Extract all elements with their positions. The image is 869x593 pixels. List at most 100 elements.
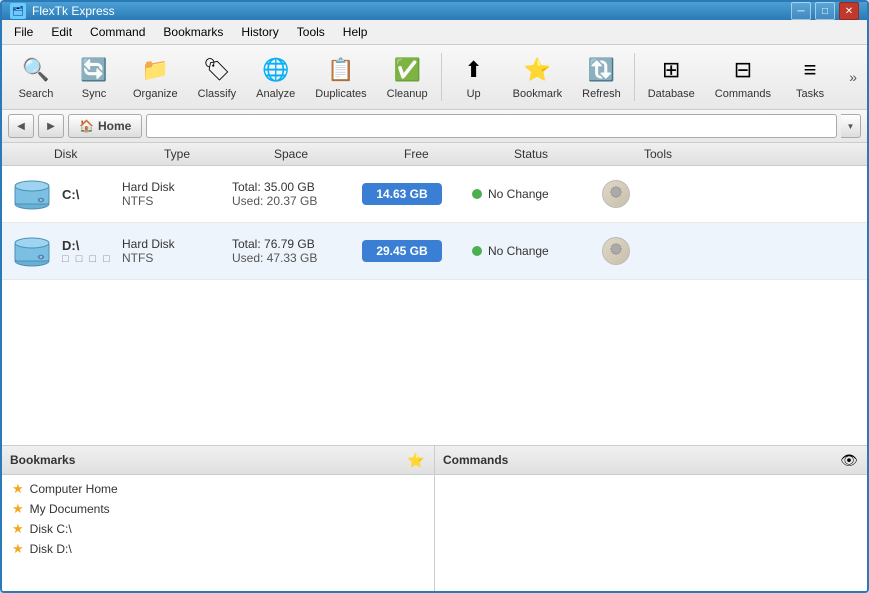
disk-d-name-col: D:\ □ □ □ □	[62, 238, 122, 265]
commands-list	[435, 475, 867, 593]
disk-c-type: Hard Disk	[122, 180, 232, 194]
bookmark-star-icon-2: ★	[12, 501, 24, 517]
refresh-label: Refresh	[582, 88, 621, 100]
duplicates-button[interactable]: 📋 Duplicates	[306, 49, 375, 105]
up-label: Up	[467, 88, 481, 100]
menu-history[interactable]: History	[233, 22, 286, 42]
main-content-area: Disk Type Space Free Status Tools	[2, 143, 867, 593]
list-item[interactable]: ★ Disk D:\	[8, 539, 428, 559]
commands-panel: Commands 👁	[435, 446, 867, 593]
analyze-label: Analyze	[256, 88, 295, 100]
col-header-free: Free	[404, 147, 514, 161]
disk-d-tools	[602, 237, 682, 265]
tasks-button[interactable]: ≡ Tasks	[782, 49, 838, 105]
disk-d-status-text: No Change	[488, 244, 549, 258]
maximize-button[interactable]: □	[815, 2, 835, 20]
cleanup-icon: ✅	[391, 54, 423, 86]
list-item[interactable]: ★ Computer Home	[8, 479, 428, 499]
col-header-disk: Disk	[54, 147, 164, 161]
disk-d-type: Hard Disk	[122, 237, 232, 251]
forward-button[interactable]: ▶	[38, 114, 64, 138]
menu-bar: File Edit Command Bookmarks History Tool…	[2, 20, 867, 45]
menu-file[interactable]: File	[6, 22, 41, 42]
nav-dropdown-button[interactable]: ▼	[841, 114, 861, 138]
cleanup-label: Cleanup	[387, 88, 428, 100]
disk-d-gear-button[interactable]	[602, 237, 630, 265]
sync-button[interactable]: 🔄 Sync	[66, 49, 122, 105]
home-button[interactable]: 🏠 Home	[68, 114, 142, 138]
bookmark-label-2: My Documents	[30, 502, 110, 516]
sync-icon: 🔄	[78, 54, 110, 86]
menu-bookmarks[interactable]: Bookmarks	[155, 22, 231, 42]
minimize-button[interactable]: ─	[791, 2, 811, 20]
cleanup-button[interactable]: ✅ Cleanup	[378, 49, 437, 105]
commands-panel-header: Commands 👁	[435, 446, 867, 475]
bookmark-star-icon-4: ★	[12, 541, 24, 557]
disk-d-label-dots: □ □ □ □	[62, 253, 122, 265]
list-item[interactable]: ★ Disk C:\	[8, 519, 428, 539]
tasks-label: Tasks	[796, 88, 824, 100]
window-title: FlexTk Express	[32, 4, 115, 18]
nav-bar: ◀ ▶ 🏠 Home ▼	[2, 110, 867, 143]
bookmark-button[interactable]: ⭐ Bookmark	[504, 49, 572, 105]
col-header-space: Space	[274, 147, 404, 161]
disk-d-status: No Change	[472, 244, 602, 258]
bottom-panels: Bookmarks ⭐ ★ Computer Home ★ My Documen…	[2, 446, 867, 593]
disk-c-tools	[602, 180, 682, 208]
search-button[interactable]: 🔍 Search	[8, 49, 64, 105]
back-button[interactable]: ◀	[8, 114, 34, 138]
sync-label: Sync	[82, 88, 106, 100]
disk-c-space: Total: 35.00 GB Used: 20.37 GB	[232, 180, 362, 208]
bookmark-star-icon-1: ★	[12, 481, 24, 497]
toolbar-more-button[interactable]: »	[845, 65, 861, 89]
table-row[interactable]: C:\ Hard Disk NTFS Total: 35.00 GB Used:…	[2, 166, 867, 223]
main-window: 🗂 FlexTk Express ─ □ ✕ File Edit Command…	[0, 0, 869, 593]
menu-command[interactable]: Command	[82, 22, 153, 42]
home-label: Home	[98, 119, 131, 133]
classify-icon: 🏷	[201, 54, 233, 86]
disk-d-status-dot	[472, 246, 482, 256]
commands-title: Commands	[443, 453, 508, 467]
home-icon: 🏠	[79, 119, 94, 133]
col-header-status: Status	[514, 147, 644, 161]
commands-icon-button[interactable]: 👁	[839, 450, 859, 470]
tasks-icon: ≡	[794, 54, 826, 86]
disk-c-gear-button[interactable]	[602, 180, 630, 208]
disk-d-name: D:\	[62, 238, 122, 253]
bookmark-label: Bookmark	[513, 88, 563, 100]
organize-label: Organize	[133, 88, 178, 100]
analyze-icon: 🌐	[260, 54, 292, 86]
disk-c-status-dot	[472, 189, 482, 199]
disk-list: C:\ Hard Disk NTFS Total: 35.00 GB Used:…	[2, 166, 867, 446]
menu-tools[interactable]: Tools	[289, 22, 333, 42]
up-icon: ⬆	[458, 54, 490, 86]
menu-help[interactable]: Help	[335, 22, 376, 42]
database-label: Database	[648, 88, 695, 100]
commands-button[interactable]: ⊟ Commands	[706, 49, 780, 105]
bookmarks-star-button[interactable]: ⭐	[406, 450, 426, 470]
app-icon: 🗂	[10, 3, 26, 19]
close-button[interactable]: ✕	[839, 2, 859, 20]
organize-button[interactable]: 📁 Organize	[124, 49, 187, 105]
duplicates-icon: 📋	[325, 54, 357, 86]
up-button[interactable]: ⬆ Up	[446, 49, 502, 105]
disk-c-status-text: No Change	[488, 187, 549, 201]
disk-c-free-badge: 14.63 GB	[362, 183, 442, 205]
disk-c-name: C:\	[62, 187, 122, 202]
bookmarks-list: ★ Computer Home ★ My Documents ★ Disk C:…	[2, 475, 434, 593]
list-item[interactable]: ★ My Documents	[8, 499, 428, 519]
toolbar: 🔍 Search 🔄 Sync 📁 Organize 🏷 Classify 🌐 …	[2, 45, 867, 110]
nav-path-bar[interactable]	[146, 114, 837, 138]
bookmarks-panel: Bookmarks ⭐ ★ Computer Home ★ My Documen…	[2, 446, 435, 593]
toolbar-separator-2	[634, 53, 635, 101]
menu-edit[interactable]: Edit	[43, 22, 80, 42]
disk-c-icon	[10, 174, 54, 214]
table-row[interactable]: D:\ □ □ □ □ Hard Disk NTFS Total: 76.79 …	[2, 223, 867, 280]
classify-button[interactable]: 🏷 Classify	[189, 49, 246, 105]
duplicates-label: Duplicates	[315, 88, 366, 100]
analyze-button[interactable]: 🌐 Analyze	[247, 49, 304, 105]
title-bar: 🗂 FlexTk Express ─ □ ✕	[2, 2, 867, 20]
database-button[interactable]: ⊞ Database	[639, 49, 704, 105]
column-headers: Disk Type Space Free Status Tools	[2, 143, 867, 166]
refresh-button[interactable]: 🔃 Refresh	[573, 49, 630, 105]
